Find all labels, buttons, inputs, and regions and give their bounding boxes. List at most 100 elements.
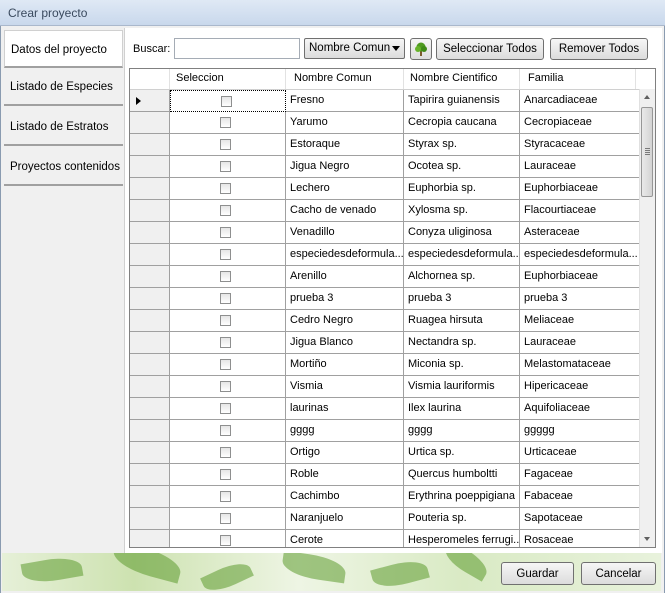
familia-cell[interactable]: Fagaceae — [520, 464, 641, 486]
familia-cell[interactable]: Styracaceae — [520, 134, 641, 156]
familia-cell[interactable]: Flacourtiaceae — [520, 200, 641, 222]
nombre-cientifico-cell[interactable]: Ocotea sp. — [404, 156, 520, 178]
familia-cell[interactable]: Lauraceae — [520, 332, 641, 354]
nombre-comun-cell[interactable]: Yarumo — [286, 112, 404, 134]
nombre-cientifico-cell[interactable]: Xylosma sp. — [404, 200, 520, 222]
nombre-comun-cell[interactable]: Jigua Blanco — [286, 332, 404, 354]
nombre-cientifico-cell[interactable]: Miconia sp. — [404, 354, 520, 376]
row-checkbox[interactable] — [221, 96, 232, 107]
row-checkbox[interactable] — [220, 403, 231, 414]
tab-listado-de-estratos[interactable]: Listado de Estratos — [4, 108, 123, 146]
nombre-cientifico-cell[interactable]: gggg — [404, 420, 520, 442]
select-all-button[interactable]: Seleccionar Todos — [436, 38, 544, 60]
nombre-cientifico-cell[interactable]: Pouteria sp. — [404, 508, 520, 530]
row-checkbox[interactable] — [220, 315, 231, 326]
nombre-comun-cell[interactable]: Fresno — [286, 90, 404, 112]
remove-all-button[interactable]: Remover Todos — [550, 38, 648, 60]
nombre-comun-cell[interactable]: gggg — [286, 420, 404, 442]
row-header[interactable] — [130, 442, 170, 464]
familia-cell[interactable]: Asteraceae — [520, 222, 641, 244]
table-row[interactable]: Roble Quercus humboltti Fagaceae — [130, 464, 641, 486]
table-row[interactable]: Mortiño Miconia sp. Melastomataceae — [130, 354, 641, 376]
scroll-down-icon[interactable] — [644, 537, 650, 541]
familia-cell[interactable]: Lauraceae — [520, 156, 641, 178]
row-header[interactable] — [130, 508, 170, 530]
familia-cell[interactable]: Cecropiaceae — [520, 112, 641, 134]
table-row[interactable]: laurinas Ilex laurina Aquifoliaceae — [130, 398, 641, 420]
table-row[interactable]: Cerote Hesperomeles ferrugi... Rosaceae — [130, 530, 641, 547]
row-checkbox[interactable] — [220, 293, 231, 304]
table-row[interactable]: especiedesdeformula... especiedesdeformul… — [130, 244, 641, 266]
table-row[interactable]: Jigua Negro Ocotea sp. Lauraceae — [130, 156, 641, 178]
nombre-cientifico-cell[interactable]: Ilex laurina — [404, 398, 520, 420]
nombre-comun-cell[interactable]: Lechero — [286, 178, 404, 200]
row-checkbox[interactable] — [220, 337, 231, 348]
nombre-comun-cell[interactable]: Cerote — [286, 530, 404, 547]
tab-listado-de-especies[interactable]: Listado de Especies — [4, 68, 123, 106]
nombre-cientifico-cell[interactable]: Urtica sp. — [404, 442, 520, 464]
nombre-comun-cell[interactable]: especiedesdeformula... — [286, 244, 404, 266]
nombre-cientifico-cell[interactable]: Conyza uliginosa — [404, 222, 520, 244]
nombre-cientifico-cell[interactable]: Alchornea sp. — [404, 266, 520, 288]
familia-cell[interactable]: Euphorbiaceae — [520, 266, 641, 288]
column-header-nombre-comun[interactable]: Nombre Comun — [286, 69, 404, 89]
row-header[interactable] — [130, 398, 170, 420]
nombre-comun-cell[interactable]: laurinas — [286, 398, 404, 420]
table-row[interactable]: Naranjuelo Pouteria sp. Sapotaceae — [130, 508, 641, 530]
tree-button[interactable] — [410, 38, 432, 60]
nombre-comun-cell[interactable]: Ortigo — [286, 442, 404, 464]
nombre-comun-cell[interactable]: Venadillo — [286, 222, 404, 244]
row-header[interactable] — [130, 200, 170, 222]
filter-dropdown[interactable]: Nombre Comun — [304, 38, 405, 59]
row-checkbox[interactable] — [220, 271, 231, 282]
nombre-comun-cell[interactable]: Cedro Negro — [286, 310, 404, 332]
row-checkbox[interactable] — [220, 227, 231, 238]
row-header[interactable] — [130, 112, 170, 134]
row-checkbox[interactable] — [220, 183, 231, 194]
table-row[interactable]: prueba 3 prueba 3 prueba 3 — [130, 288, 641, 310]
familia-cell[interactable]: prueba 3 — [520, 288, 641, 310]
familia-cell[interactable]: Euphorbiaceae — [520, 178, 641, 200]
nombre-cientifico-cell[interactable]: Quercus humboltti — [404, 464, 520, 486]
row-checkbox[interactable] — [220, 359, 231, 370]
tab-proyectos-contenidos[interactable]: Proyectos contenidos — [4, 148, 123, 186]
row-header[interactable] — [130, 222, 170, 244]
row-checkbox[interactable] — [220, 205, 231, 216]
table-row[interactable]: Jigua Blanco Nectandra sp. Lauraceae — [130, 332, 641, 354]
nombre-cientifico-cell[interactable]: Vismia lauriformis — [404, 376, 520, 398]
row-header[interactable] — [130, 178, 170, 200]
nombre-comun-cell[interactable]: Mortiño — [286, 354, 404, 376]
familia-cell[interactable]: Anarcadiaceae — [520, 90, 641, 112]
familia-cell[interactable]: Aquifoliaceae — [520, 398, 641, 420]
table-row[interactable]: Fresno Tapirira guianensis Anarcadiaceae — [130, 90, 641, 112]
nombre-comun-cell[interactable]: Estoraque — [286, 134, 404, 156]
nombre-cientifico-cell[interactable]: Tapirira guianensis — [404, 90, 520, 112]
nombre-cientifico-cell[interactable]: Euphorbia sp. — [404, 178, 520, 200]
table-row[interactable]: Cedro Negro Ruagea hirsuta Meliaceae — [130, 310, 641, 332]
row-header[interactable] — [130, 288, 170, 310]
cancel-button[interactable]: Cancelar — [581, 562, 656, 585]
nombre-cientifico-cell[interactable]: Styrax sp. — [404, 134, 520, 156]
nombre-comun-cell[interactable]: Arenillo — [286, 266, 404, 288]
table-row[interactable]: Vismia Vismia lauriformis Hipericaceae — [130, 376, 641, 398]
row-header[interactable] — [130, 310, 170, 332]
row-header[interactable] — [130, 420, 170, 442]
familia-cell[interactable]: especiedesdeformula... — [520, 244, 641, 266]
familia-cell[interactable]: Rosaceae — [520, 530, 641, 547]
row-header[interactable] — [130, 354, 170, 376]
row-checkbox[interactable] — [220, 425, 231, 436]
nombre-comun-cell[interactable]: Naranjuelo — [286, 508, 404, 530]
row-header[interactable] — [130, 156, 170, 178]
row-checkbox[interactable] — [220, 161, 231, 172]
nombre-cientifico-cell[interactable]: prueba 3 — [404, 288, 520, 310]
row-header[interactable] — [130, 244, 170, 266]
vertical-scrollbar[interactable] — [639, 89, 655, 547]
row-header[interactable] — [130, 464, 170, 486]
nombre-cientifico-cell[interactable]: Nectandra sp. — [404, 332, 520, 354]
familia-cell[interactable]: Hipericaceae — [520, 376, 641, 398]
row-header[interactable] — [130, 266, 170, 288]
row-checkbox[interactable] — [220, 139, 231, 150]
row-header[interactable] — [130, 486, 170, 508]
row-header[interactable] — [130, 530, 170, 547]
row-header[interactable] — [130, 376, 170, 398]
